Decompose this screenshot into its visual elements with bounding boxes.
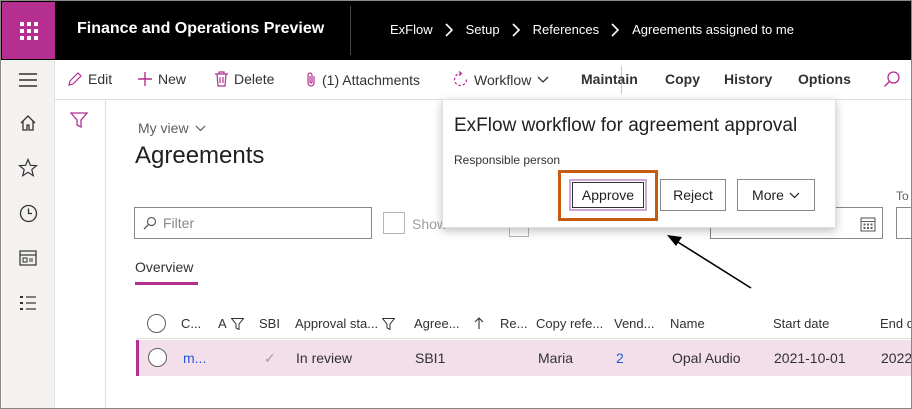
- select-all-radio[interactable]: [147, 314, 166, 333]
- chevron-down-icon: [789, 192, 800, 198]
- column-header-agreement[interactable]: Agree...: [414, 316, 484, 331]
- chevron-right-icon: [445, 22, 454, 37]
- filter-icon: [230, 317, 244, 330]
- column-header-a[interactable]: A: [218, 316, 244, 331]
- divider: [350, 6, 351, 55]
- chevron-down-icon: [537, 76, 549, 83]
- paperclip-icon: [307, 72, 315, 87]
- filter-input[interactable]: [163, 215, 363, 231]
- workflow-icon: [453, 71, 468, 87]
- breadcrumb-references[interactable]: References: [533, 22, 599, 37]
- hamburger-menu-icon[interactable]: [17, 69, 39, 91]
- column-header-approval-status[interactable]: Approval sta...: [295, 316, 396, 331]
- row-approval-status: In review: [296, 350, 353, 366]
- breadcrumb-exflow[interactable]: ExFlow: [390, 22, 433, 37]
- filter-icon: [382, 317, 396, 330]
- breadcrumb-setup[interactable]: Setup: [466, 22, 500, 37]
- table-row[interactable]: m... ✓ In review SBI1 Maria 2 Opal Audio…: [136, 340, 912, 376]
- sbi-check-icon: ✓: [264, 350, 276, 366]
- plus-icon: [138, 72, 152, 86]
- page-title: Agreements: [135, 142, 265, 169]
- approve-button[interactable]: Approve: [569, 179, 647, 211]
- row-agreement: SBI1: [415, 350, 446, 366]
- edit-button[interactable]: Edit: [67, 71, 112, 87]
- column-header-c[interactable]: C...: [181, 316, 201, 331]
- chevron-down-icon: [195, 125, 205, 131]
- reject-button[interactable]: Reject: [660, 179, 726, 211]
- star-icon[interactable]: [17, 157, 39, 179]
- sort-ascending-icon: [474, 317, 483, 329]
- search-icon: [143, 216, 157, 230]
- new-button[interactable]: New: [137, 71, 186, 87]
- filter-input-box[interactable]: [134, 207, 372, 239]
- chevron-right-icon: [611, 22, 620, 37]
- row-c-link[interactable]: m...: [183, 350, 206, 366]
- modules-list-icon[interactable]: [17, 292, 39, 314]
- home-icon[interactable]: [17, 112, 39, 134]
- filter-icon[interactable]: [69, 112, 89, 131]
- maintain-tab[interactable]: Maintain: [581, 71, 638, 87]
- column-header-re[interactable]: Re...: [500, 316, 527, 331]
- responsible-person-label: Responsible person: [454, 153, 561, 167]
- show-checkbox[interactable]: [383, 212, 405, 234]
- grid-header: C... A SBI Approval sta... Agree... Re..…: [136, 307, 911, 339]
- trash-icon: [215, 71, 228, 87]
- app-launcher-button[interactable]: [2, 2, 55, 59]
- to-date-field[interactable]: [896, 207, 911, 239]
- workspaces-icon[interactable]: [17, 247, 39, 269]
- calendar-icon[interactable]: [860, 216, 876, 235]
- navigation-pane: [2, 60, 55, 408]
- pencil-icon: [68, 72, 82, 86]
- row-end-date: 2022: [881, 350, 912, 366]
- popup-title: ExFlow workflow for agreement approval: [454, 115, 798, 136]
- clock-icon[interactable]: [17, 202, 39, 224]
- to-date-label: To: [896, 189, 909, 203]
- search-icon[interactable]: [883, 70, 906, 88]
- chevron-right-icon: [512, 22, 521, 37]
- top-bar: Finance and Operations Preview ExFlow Se…: [1, 1, 911, 60]
- column-header-copy-reference[interactable]: Copy refe...: [536, 316, 603, 331]
- column-header-sbi[interactable]: SBI: [259, 316, 280, 331]
- app-title: Finance and Operations Preview: [77, 20, 325, 37]
- tab-active-indicator: [135, 282, 198, 285]
- tab-overview[interactable]: Overview: [135, 259, 193, 275]
- row-vendor-link[interactable]: 2: [616, 350, 624, 366]
- row-copy-reference: Maria: [538, 350, 574, 366]
- column-header-end-date[interactable]: End d: [880, 316, 911, 331]
- column-header-vendor[interactable]: Vend...: [614, 316, 654, 331]
- waffle-icon: [19, 21, 38, 40]
- breadcrumb: ExFlow Setup References Agreements assig…: [390, 22, 794, 37]
- row-name: Opal Audio: [672, 350, 741, 366]
- row-start-date: 2021-10-01: [774, 350, 846, 366]
- filter-pane-strip: [55, 100, 106, 408]
- row-select-radio[interactable]: [148, 348, 167, 367]
- workflow-button[interactable]: Workflow: [452, 71, 554, 88]
- breadcrumb-agreements-assigned[interactable]: Agreements assigned to me: [632, 22, 794, 37]
- action-pane: Edit New Delete (1) Attachments Workflow…: [55, 60, 911, 100]
- column-header-start-date[interactable]: Start date: [773, 316, 829, 331]
- delete-button[interactable]: Delete: [214, 71, 274, 87]
- column-header-name[interactable]: Name: [670, 316, 705, 331]
- app-window: Finance and Operations Preview ExFlow Se…: [0, 0, 912, 409]
- options-tab[interactable]: Options: [798, 71, 851, 87]
- more-button[interactable]: More: [737, 179, 815, 211]
- view-selector[interactable]: My view: [138, 120, 206, 136]
- attachments-button[interactable]: (1) Attachments: [305, 71, 420, 88]
- history-tab[interactable]: History: [724, 71, 772, 87]
- copy-tab[interactable]: Copy: [665, 71, 700, 87]
